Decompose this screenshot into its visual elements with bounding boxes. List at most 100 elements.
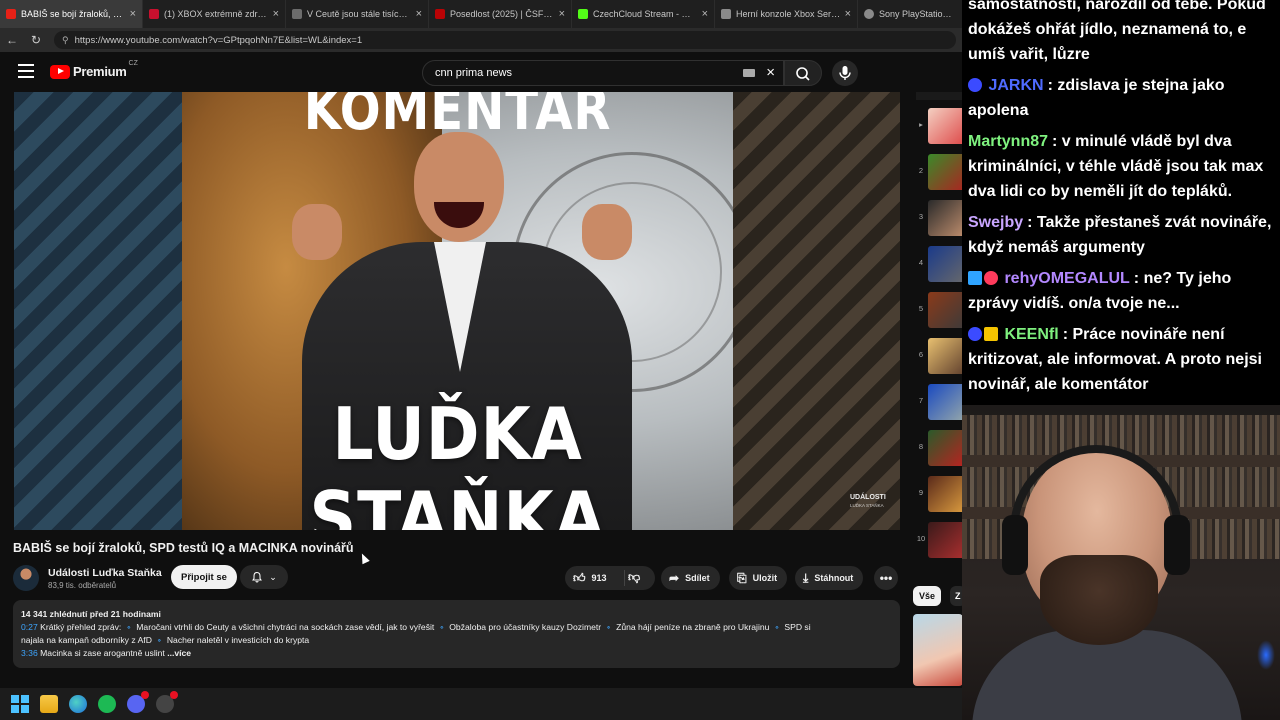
playlist-item[interactable]: 9 [910, 474, 962, 514]
browser-tab-active[interactable]: BABIŠ se bojí žraloků, SPD te × [0, 0, 143, 28]
playlist-item[interactable]: 2 [910, 152, 962, 192]
download-button[interactable]: ⤓ Stáhnout [795, 566, 864, 590]
description-text: najala na kampaň odborníky z AfD [21, 635, 152, 645]
windows-taskbar [0, 688, 962, 720]
url-field[interactable]: ⚲ https://www.youtube.com/watch?v=GPtpqoh… [54, 31, 956, 49]
playlist-index: 6 [918, 350, 924, 359]
playlist-thumbnail [928, 246, 962, 282]
save-label: Uložit [752, 573, 778, 583]
description-line-2: najala na kampaň odborníky z AfD 🔹︎ Nach… [21, 634, 892, 647]
description-line-1: 0:27 Krátký přehled zpráv: 🔹︎ Maročani v… [21, 621, 892, 634]
voice-search-button[interactable] [832, 60, 858, 86]
kick-favicon-icon [578, 9, 588, 19]
stream-chat-overlay: samostatnosti, narozdíl od tebe. Pokud d… [962, 0, 1280, 405]
playlist-index: 4 [918, 258, 924, 267]
playlist-item[interactable]: 7 [910, 382, 962, 422]
playlist-item[interactable]: ▸ [910, 106, 962, 146]
channel-avatar[interactable] [13, 565, 39, 591]
description-text: Macinka si zase arogantně uslint [40, 648, 165, 658]
browser-tab[interactable]: CzechCloud Stream - Watch × [572, 0, 715, 28]
edge-browser-icon[interactable] [69, 695, 87, 713]
channel-name[interactable]: Události Luďka Staňka [48, 567, 162, 579]
notification-badge [141, 691, 149, 699]
brand-label: Premium [73, 64, 127, 79]
browser-tab[interactable]: Herní konzole Xbox Series | × [715, 0, 858, 28]
close-icon[interactable]: × [130, 8, 136, 20]
badge-icon [968, 271, 982, 285]
youtube-favicon-icon [6, 9, 16, 19]
playlist-item[interactable]: 4 [910, 244, 962, 284]
notification-bell-button[interactable]: ⌄ [240, 565, 288, 589]
timestamp-link[interactable]: 0:27 [21, 622, 38, 632]
recommended-thumbnail[interactable] [913, 614, 963, 686]
url-text: https://www.youtube.com/watch?v=GPtpqohN… [74, 34, 363, 46]
browser-window: BABIŠ se bojí žraloků, SPD te × (1) XBOX … [0, 0, 966, 688]
playlist-thumbnail [928, 292, 962, 328]
video-description[interactable]: 14 341 zhlédnutí před 21 hodinami 0:27 K… [13, 600, 900, 668]
sub-badge-icon [968, 327, 982, 341]
youtube-logo[interactable]: Premium CZ [50, 60, 138, 79]
chat-message: samostatnosti, narozdíl od tebe. Pokud d… [968, 0, 1276, 67]
chat-username: rehyOMEGALUL [1004, 270, 1130, 287]
description-text: Krátký přehled zpráv: [40, 622, 122, 632]
diamond-icon: 🔹︎ [154, 636, 165, 645]
channel-info[interactable]: Události Luďka Staňka 83,9 tis. odběrate… [13, 563, 162, 593]
search-input[interactable]: cnn prima news × [422, 60, 784, 86]
share-button[interactable]: ➦ Sdílet [661, 566, 720, 590]
windows-start-icon[interactable] [11, 695, 29, 713]
playlist-item[interactable]: 3 [910, 198, 962, 238]
description-line-3: 3:36 Macinka si zase arogantně uslint ..… [21, 647, 892, 660]
clear-icon[interactable]: × [766, 64, 775, 81]
timestamp-link[interactable]: 3:36 [21, 648, 38, 658]
chat-message: JARKN: zdislava je stejna jako apolena [968, 73, 1276, 123]
csfd-favicon-icon [435, 9, 445, 19]
close-icon[interactable]: × [416, 8, 422, 20]
browser-tab[interactable]: (1) XBOX extrémně zdražil. 🎮 × [143, 0, 286, 28]
chip-all[interactable]: Vše [913, 586, 942, 606]
playlist-index: 2 [918, 166, 924, 175]
like-button[interactable]: 👍︎ 913 👎︎ [565, 566, 655, 590]
chat-message: Martynn87: v minulé vládě byl dva krimin… [968, 129, 1276, 204]
video-title: BABIŠ se bojí žraloků, SPD testů IQ a MA… [13, 541, 354, 555]
bell-icon [252, 571, 263, 583]
browser-tab[interactable]: Posedlost (2025) | ČSFD.cz × [429, 0, 572, 28]
video-player[interactable]: KOMENTÁŘ LUĎKA STAŇKA UDÁLOSTI LUĎKA STAŇ… [14, 92, 900, 530]
save-button[interactable]: ⎘ Uložit [729, 566, 788, 590]
app-icon[interactable] [156, 691, 178, 713]
search-button[interactable] [784, 60, 822, 86]
join-button[interactable]: Připojit se [171, 565, 237, 589]
close-icon[interactable]: × [845, 8, 851, 20]
share-label: Sdílet [685, 573, 710, 583]
playlist-item[interactable]: 8 [910, 428, 962, 468]
playlist-item[interactable]: 10 [910, 520, 962, 560]
keyboard-icon[interactable] [743, 69, 755, 77]
streamer-beard [1040, 555, 1158, 645]
playlist-item[interactable]: 5 [910, 290, 962, 330]
site-info-icon[interactable]: ⚲ [62, 35, 69, 46]
file-explorer-icon[interactable] [40, 695, 58, 713]
playlist-item[interactable]: 6 [910, 336, 962, 376]
more-horizontal-icon: ••• [879, 571, 893, 585]
back-arrow-icon[interactable]: ← [0, 33, 24, 47]
shop-favicon-icon [721, 9, 731, 19]
browser-tab[interactable]: V Ceutě jsou stále tisíce mig × [286, 0, 429, 28]
reload-icon[interactable]: ↻ [24, 33, 48, 47]
description-text: SPD si [784, 622, 811, 632]
discord-icon[interactable] [127, 691, 149, 713]
close-icon[interactable]: × [559, 8, 565, 20]
more-actions-button[interactable]: ••• [874, 566, 898, 590]
close-icon[interactable]: × [273, 8, 279, 20]
tab-title: CzechCloud Stream - Watch [593, 9, 698, 19]
thumbs-down-icon[interactable]: 👎︎ [628, 570, 640, 585]
close-icon[interactable]: × [702, 8, 708, 20]
browser-tab[interactable]: Sony PlayStation 4 Slim, [858, 0, 962, 28]
menu-icon[interactable] [18, 64, 34, 78]
spotify-icon[interactable] [98, 695, 116, 713]
diamond-icon: 🔹︎ [436, 623, 447, 632]
show-more-link[interactable]: ...více [167, 648, 191, 658]
playlist-thumbnail [928, 430, 962, 466]
tab-bar: BABIŠ se bojí žraloků, SPD te × (1) XBOX … [0, 0, 962, 28]
tab-title: Herní konzole Xbox Series | [736, 9, 841, 19]
youtube-masthead: Premium CZ cnn prima news × [0, 52, 962, 92]
description-text: Zůna hájí peníze na zbraně pro Ukrajinu [616, 622, 770, 632]
